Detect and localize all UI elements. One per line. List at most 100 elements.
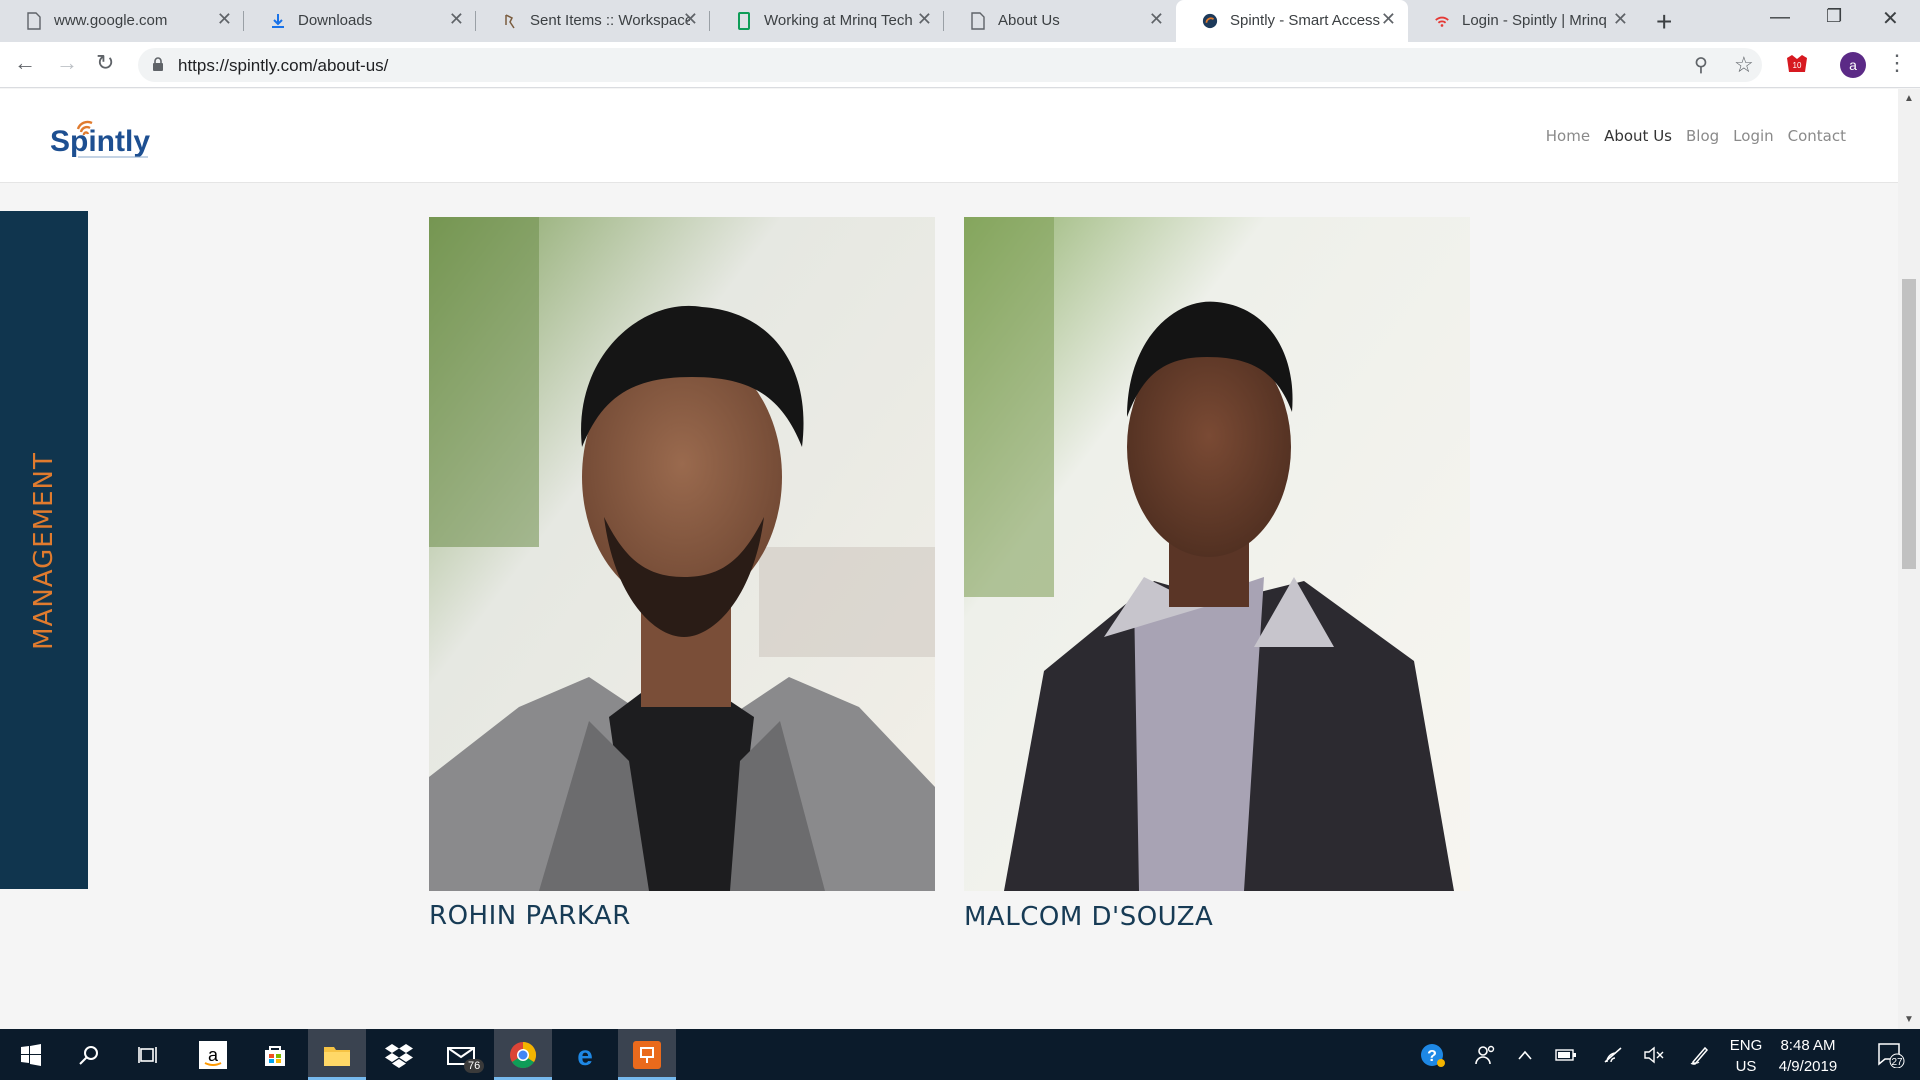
tab-google[interactable]: www.google.com ✕ — [0, 0, 244, 42]
nav-blog[interactable]: Blog — [1686, 127, 1719, 145]
chrome-icon — [510, 1041, 537, 1068]
start-button[interactable] — [2, 1029, 60, 1080]
presentation-icon — [633, 1040, 661, 1069]
task-view-button[interactable] — [120, 1029, 178, 1080]
search-button[interactable] — [60, 1029, 118, 1080]
zoom-icon[interactable]: ⚲ — [1694, 54, 1708, 77]
tab-working-at-mrinq[interactable]: Working at Mrinq Tech ✕ — [710, 0, 944, 42]
forward-button[interactable]: → — [56, 50, 78, 76]
url-text: https://spintly.com/about-us/ — [178, 56, 389, 75]
reload-button[interactable]: ↻ — [96, 50, 114, 76]
taskbar-presentation[interactable] — [618, 1029, 676, 1080]
taskbar-chrome[interactable] — [494, 1029, 552, 1080]
show-hidden-icons[interactable] — [1505, 1029, 1545, 1080]
close-icon[interactable]: ✕ — [917, 9, 932, 30]
windows-icon — [21, 1043, 41, 1066]
store-icon — [265, 1045, 285, 1066]
help-tray[interactable]: ? — [1404, 1029, 1462, 1080]
svg-text:27: 27 — [1891, 1057, 1903, 1068]
management-sidebar: MANAGEMENT — [0, 211, 88, 889]
scroll-up-icon[interactable]: ▲ — [1904, 93, 1914, 104]
tab-spintly[interactable]: Spintly - Smart Access ✕ — [1176, 0, 1408, 42]
close-icon[interactable]: ✕ — [217, 9, 232, 30]
tab-downloads[interactable]: Downloads ✕ — [244, 0, 476, 42]
close-icon[interactable]: ✕ — [449, 9, 464, 30]
spintly-logo[interactable]: Spintly — [48, 107, 172, 167]
pen-icon — [1690, 1046, 1709, 1065]
battery-icon — [1555, 1048, 1576, 1061]
tab-title: www.google.com — [54, 12, 168, 29]
scroll-down-icon[interactable]: ▼ — [1904, 1014, 1914, 1025]
page-icon — [971, 12, 985, 30]
tab-about-us[interactable]: About Us ✕ — [944, 0, 1176, 42]
taskbar-store[interactable] — [246, 1029, 304, 1080]
extension-icon[interactable]: 10 — [1784, 52, 1810, 76]
network-tray[interactable] — [1594, 1029, 1634, 1080]
svg-text:10: 10 — [1793, 61, 1802, 70]
mail-icon — [505, 14, 515, 29]
search-icon — [79, 1045, 98, 1065]
pen-tray[interactable] — [1680, 1029, 1720, 1080]
help-icon: ? — [1421, 1043, 1445, 1067]
scrollbar-thumb[interactable] — [1902, 279, 1916, 569]
svg-text:e: e — [577, 1041, 593, 1069]
profile-avatar[interactable]: a — [1840, 52, 1866, 78]
amazon-icon: a — [199, 1040, 227, 1069]
close-icon[interactable]: ✕ — [683, 9, 698, 30]
tab-title: Spintly - Smart Access — [1230, 12, 1380, 29]
vertical-scrollbar[interactable]: ▲ ▼ — [1898, 89, 1920, 1029]
new-tab-button[interactable]: + — [1656, 6, 1672, 38]
chevron-up-icon — [1518, 1050, 1532, 1060]
volume-tray[interactable] — [1634, 1029, 1674, 1080]
tab-title: Downloads — [298, 12, 373, 29]
member-photo-malcom — [964, 217, 1470, 891]
notification-icon: 27 — [1878, 1042, 1905, 1068]
folder-icon — [324, 1046, 350, 1066]
taskbar-file-explorer[interactable] — [308, 1029, 366, 1080]
close-window-button[interactable]: ✕ — [1882, 6, 1899, 31]
back-button[interactable]: ← — [14, 50, 36, 76]
minimize-button[interactable]: — — [1770, 6, 1790, 29]
svg-text:Spintly: Spintly — [50, 125, 150, 158]
nav-about-us[interactable]: About Us — [1604, 127, 1672, 145]
svg-text:?: ? — [1427, 1048, 1437, 1065]
action-center-button[interactable]: 27 — [1862, 1029, 1920, 1080]
system-clock[interactable]: 8:48 AM 4/9/2019 — [1760, 1035, 1856, 1077]
battery-tray[interactable] — [1546, 1029, 1586, 1080]
dropbox-icon — [385, 1043, 413, 1068]
site-header: Spintly Home About Us Blog Login Contact — [0, 89, 1898, 183]
people-icon — [1475, 1045, 1495, 1064]
windows-taskbar: a 76 e ? ENG US 8:48 AM 4/9/2019 27 — [0, 1029, 1920, 1080]
tab-title: About Us — [998, 12, 1060, 29]
wifi-icon — [1604, 1046, 1622, 1063]
clock-date: 4/9/2019 — [1778, 1058, 1838, 1075]
menu-icon[interactable]: ⋮ — [1886, 50, 1908, 76]
tab-title: Login - Spintly | Mrinq — [1462, 12, 1607, 29]
main-nav: Home About Us Blog Login Contact — [1546, 127, 1846, 145]
member-name: ROHIN PARKAR — [429, 901, 631, 931]
spintly-icon — [1202, 13, 1218, 29]
tab-strip: www.google.com ✕ Downloads ✕ Sent Items … — [0, 0, 1920, 42]
taskbar-amazon[interactable]: a — [184, 1029, 242, 1080]
close-icon[interactable]: ✕ — [1381, 9, 1396, 30]
address-bar[interactable]: https://spintly.com/about-us/ ⚲ ☆ — [138, 48, 1762, 82]
tab-title: Sent Items :: Workspace — [530, 12, 690, 29]
taskbar-dropbox[interactable] — [370, 1029, 428, 1080]
bookmark-star-icon[interactable]: ☆ — [1734, 52, 1754, 78]
taskbar-edge[interactable]: e — [556, 1029, 614, 1080]
restore-button[interactable]: ❐ — [1826, 6, 1842, 27]
mute-icon — [1644, 1046, 1664, 1063]
page-content: Spintly Home About Us Blog Login Contact… — [0, 89, 1898, 1029]
tab-login-spintly[interactable]: Login - Spintly | Mrinq ✕ — [1408, 0, 1640, 42]
taskbar-mail[interactable]: 76 — [432, 1029, 490, 1080]
nav-contact[interactable]: Contact — [1788, 127, 1846, 145]
close-icon[interactable]: ✕ — [1613, 9, 1628, 30]
nav-login[interactable]: Login — [1733, 127, 1773, 145]
mail-badge: 76 — [464, 1059, 485, 1073]
close-icon[interactable]: ✕ — [1149, 9, 1164, 30]
edge-icon: e — [577, 1041, 593, 1069]
nav-home[interactable]: Home — [1546, 127, 1590, 145]
lock-icon — [153, 57, 163, 71]
member-photo-rohin — [429, 217, 935, 891]
tab-sent-items[interactable]: Sent Items :: Workspace ✕ — [476, 0, 710, 42]
